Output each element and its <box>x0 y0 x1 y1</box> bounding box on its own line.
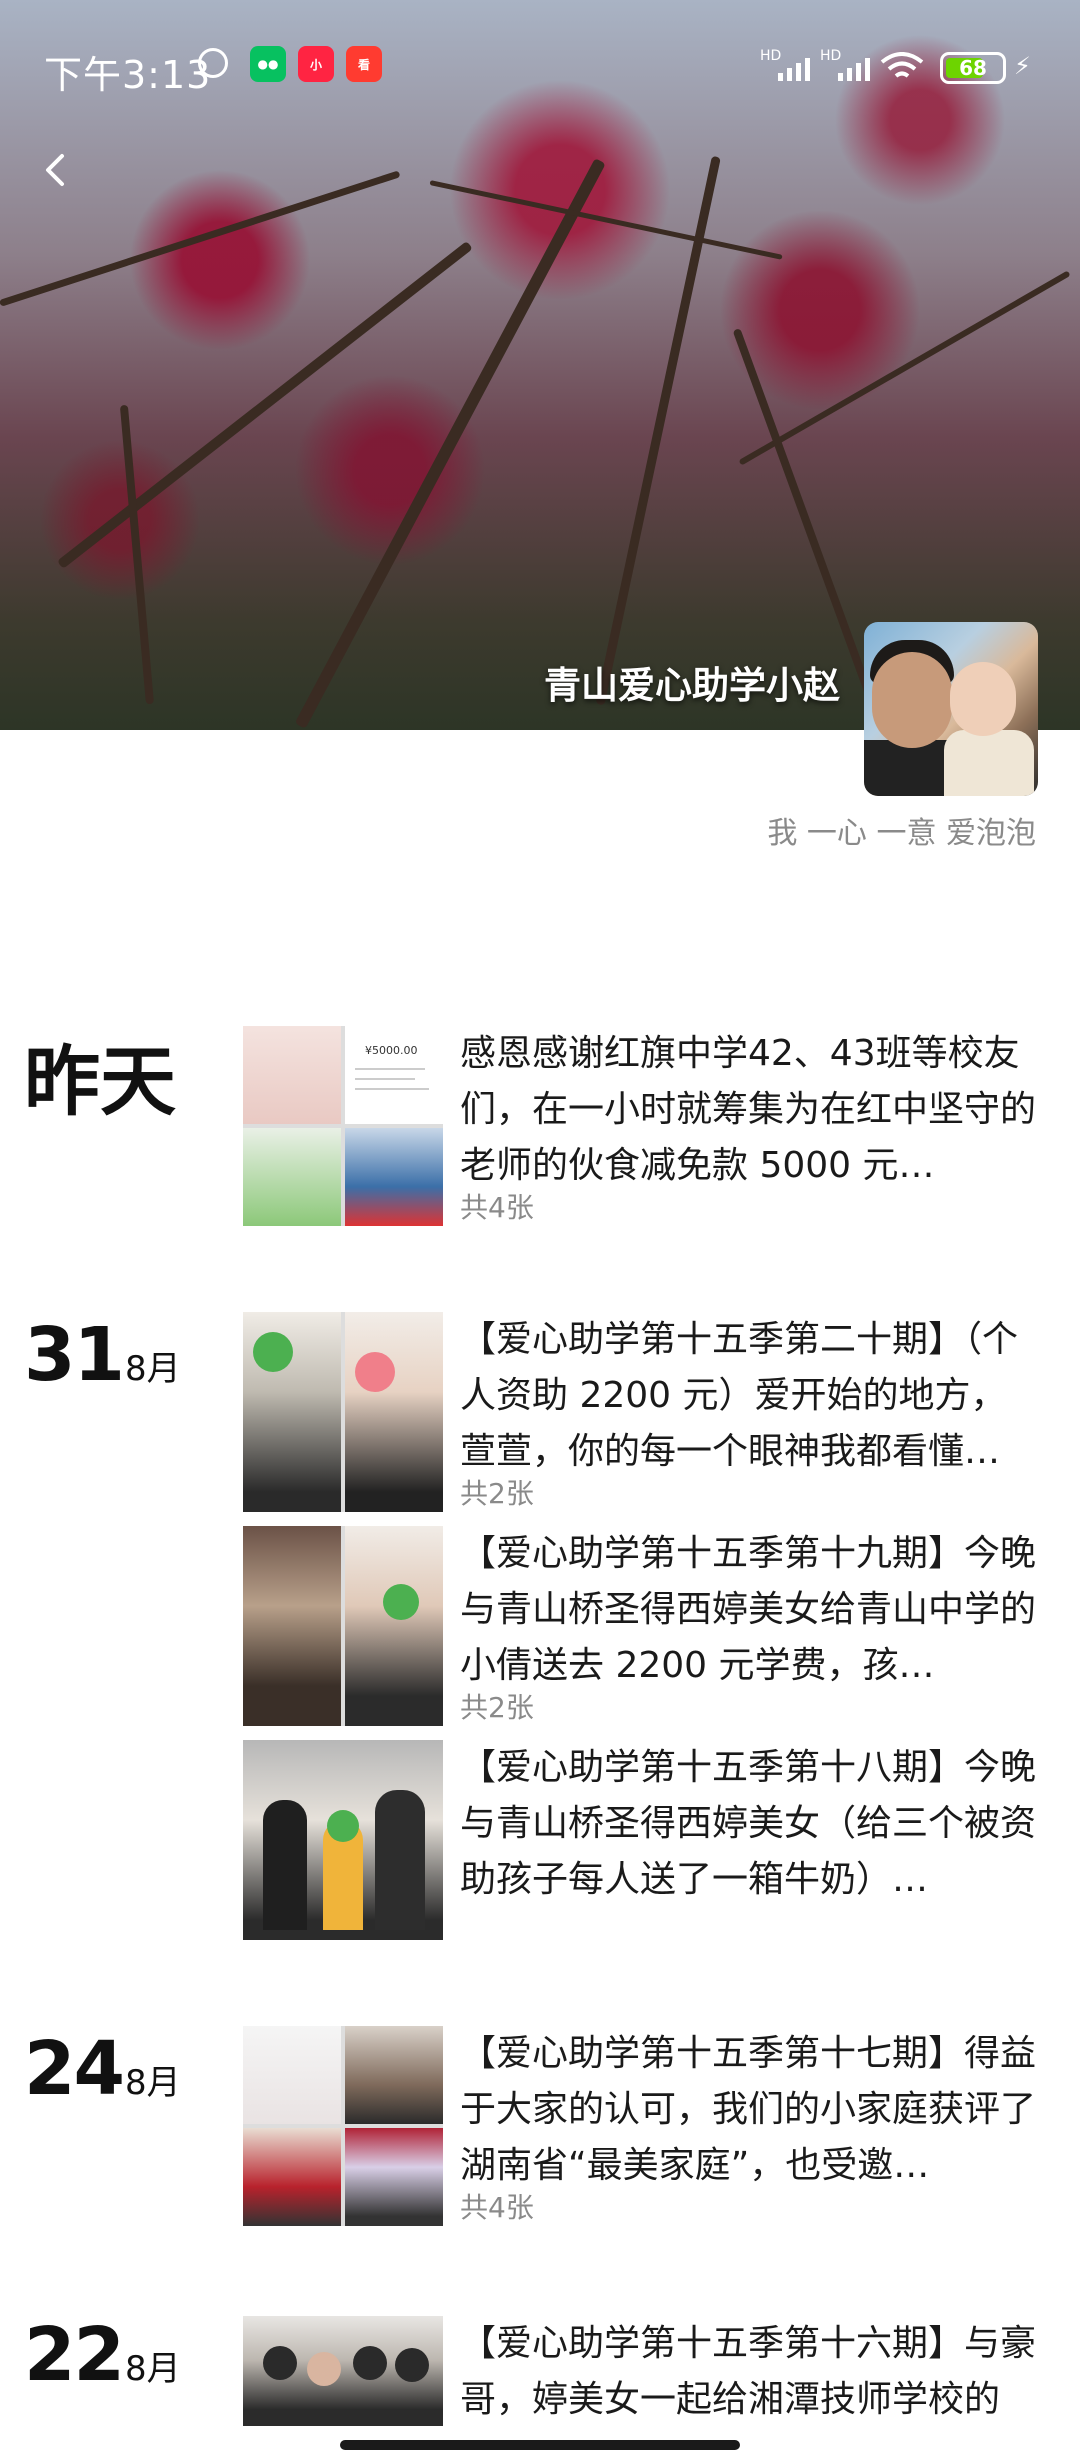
post-thumbnail[interactable] <box>243 2316 443 2426</box>
date-day: 22 <box>24 2312 125 2398</box>
charging-icon: ⚡ <box>1014 52 1031 80</box>
image-count: 共4张 <box>460 1191 534 1224</box>
post-text[interactable]: 【爱心助学第十五季第二十期】（个人资助 2200 元）爱开始的地方，萱萱，你的每… <box>460 1312 1040 1480</box>
home-indicator[interactable] <box>340 2440 740 2450</box>
date-month: 8月 <box>124 2349 181 2389</box>
post-thumbnail[interactable] <box>243 1526 443 1726</box>
signal-icon-1 <box>778 58 810 81</box>
kandian-icon: 看 <box>346 46 382 82</box>
date-label: 昨天 <box>24 1037 176 1126</box>
battery-icon: 68 <box>940 52 1006 84</box>
signal-icon-2 <box>838 58 870 81</box>
date-day: 24 <box>24 2026 125 2112</box>
date-label: 248月 <box>24 2026 181 2112</box>
back-arrow-icon[interactable] <box>36 150 76 190</box>
image-count: 共4张 <box>460 2191 534 2224</box>
post-thumbnail[interactable]: ¥5000.00 <box>243 1026 443 1226</box>
post-text[interactable]: 【爱心助学第十五季第十八期】今晚与青山桥圣得西婷美女（给三个被资助孩子每人送了一… <box>460 1740 1040 1908</box>
post-text[interactable]: 【爱心助学第十五季第十九期】今晚与青山桥圣得西婷美女给青山中学的小倩送去 220… <box>460 1526 1040 1694</box>
avatar[interactable] <box>864 622 1038 796</box>
alarm-icon <box>198 48 228 78</box>
xiaohongshu-icon: 小 <box>298 46 334 82</box>
post-thumbnail[interactable] <box>243 1740 443 1940</box>
date-label: 228月 <box>24 2312 181 2398</box>
date-day: 31 <box>24 1312 125 1398</box>
image-count: 共2张 <box>460 1477 534 1510</box>
image-count: 共2张 <box>460 1691 534 1724</box>
profile-name[interactable]: 青山爱心助学小赵 <box>544 655 840 709</box>
thumb-amount: ¥5000.00 <box>365 1044 418 1057</box>
post-thumbnail[interactable] <box>243 1312 443 1512</box>
status-time: 下午3:13 <box>44 53 212 97</box>
post-text[interactable]: 【爱心助学第十五季第十七期】得益于大家的认可，我们的小家庭获评了湖南省“最美家庭… <box>460 2026 1040 2194</box>
post-text[interactable]: 【爱心助学第十五季第十六期】与豪哥，婷美女一起给湘潭技师学校的 <box>460 2316 1040 2428</box>
post-thumbnail[interactable] <box>243 2026 443 2226</box>
date-label: 318月 <box>24 1312 181 1398</box>
wechat-icon: ●● <box>250 46 286 82</box>
post-text[interactable]: 感恩感谢红旗中学42、43班等校友们，在一小时就筹集为在红中坚守的老师的伙食减免… <box>460 1026 1040 1194</box>
battery-level: 68 <box>959 56 987 80</box>
wifi-icon <box>880 52 924 78</box>
date-month: 8月 <box>124 1349 181 1389</box>
status-bar: 下午3:13 ●● 小 看 HD HD 68 ⚡ <box>0 0 1080 130</box>
date-month: 8月 <box>124 2063 181 2103</box>
profile-signature: 我 一心 一意 爱泡泡 <box>767 816 1036 851</box>
